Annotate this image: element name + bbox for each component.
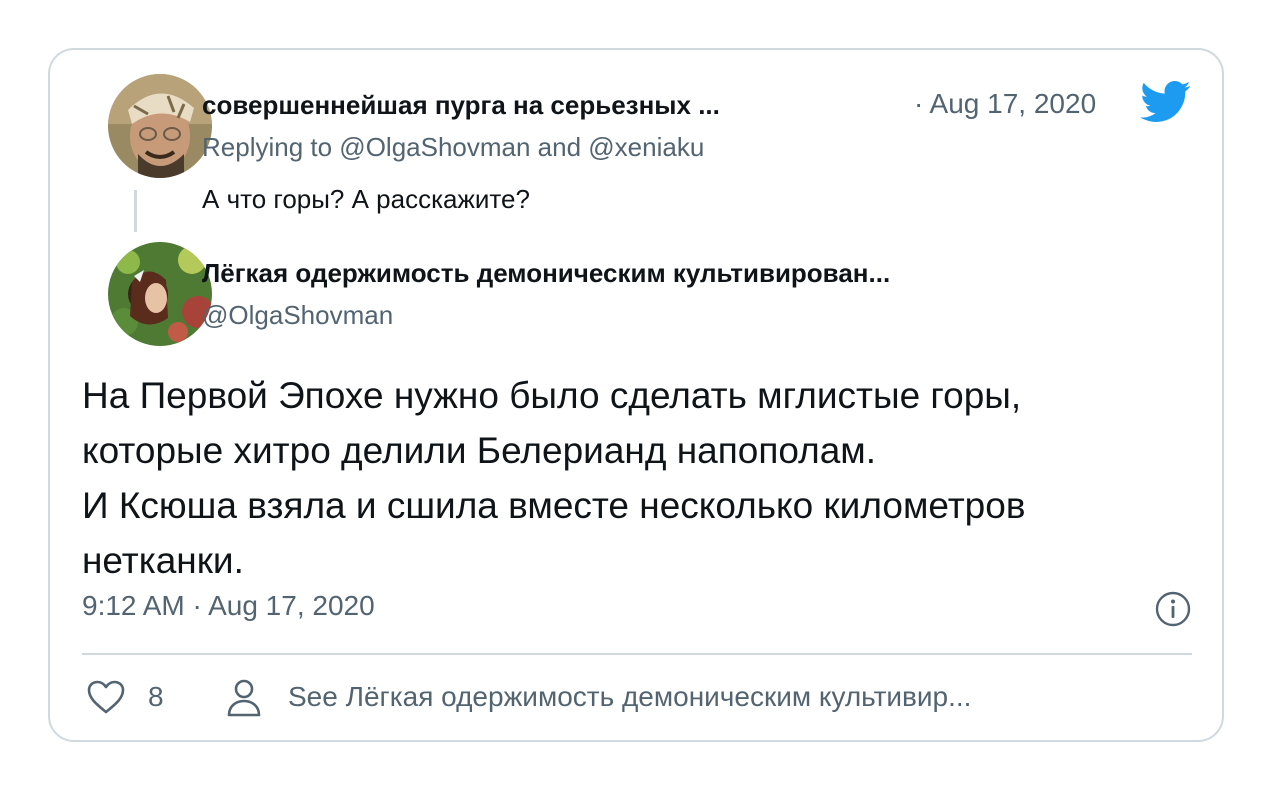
thread-connector-line (134, 190, 137, 232)
quoted-tweet-text: А что горы? А расскажите? (202, 184, 530, 214)
quoted-tweet-date[interactable]: · Aug 17, 2020 (914, 88, 1096, 120)
avatar[interactable] (108, 242, 212, 346)
avatar[interactable] (108, 74, 212, 178)
main-author-name[interactable]: Лёгкая одержимость демоническим культиви… (202, 258, 890, 289)
person-icon[interactable] (226, 678, 262, 718)
divider (82, 653, 1192, 655)
info-icon[interactable] (1154, 590, 1192, 628)
main-tweet-text-line: нетканки. (82, 540, 244, 581)
replying-to-text: Replying to @OlgaShovman and @xeniaku (202, 132, 705, 162)
main-tweet-text-line: которые хитро делили Белерианд напополам… (82, 430, 877, 471)
main-tweet-text: На Первой Эпохе нужно было сделать мглис… (82, 368, 1192, 588)
quoted-author-name[interactable]: совершеннейшая пурга на серьезных ... (202, 90, 720, 121)
main-tweet-text-line: На Первой Эпохе нужно было сделать мглис… (82, 375, 1022, 416)
tweet-timestamp[interactable]: 9:12 AM · Aug 17, 2020 (82, 590, 375, 622)
twitter-bird-icon[interactable] (1140, 81, 1192, 123)
main-tweet-text-line: И Ксюша взяла и сшила вместе несколько к… (82, 485, 1026, 526)
heart-icon[interactable] (86, 679, 126, 715)
embedded-tweet-card: совершеннейшая пурга на серьезных ... · … (48, 48, 1224, 742)
see-profile-link[interactable]: See Лёгкая одержимость демоническим куль… (288, 681, 971, 713)
main-author-handle[interactable]: @OlgaShovman (202, 300, 393, 331)
like-count[interactable]: 8 (148, 681, 164, 713)
